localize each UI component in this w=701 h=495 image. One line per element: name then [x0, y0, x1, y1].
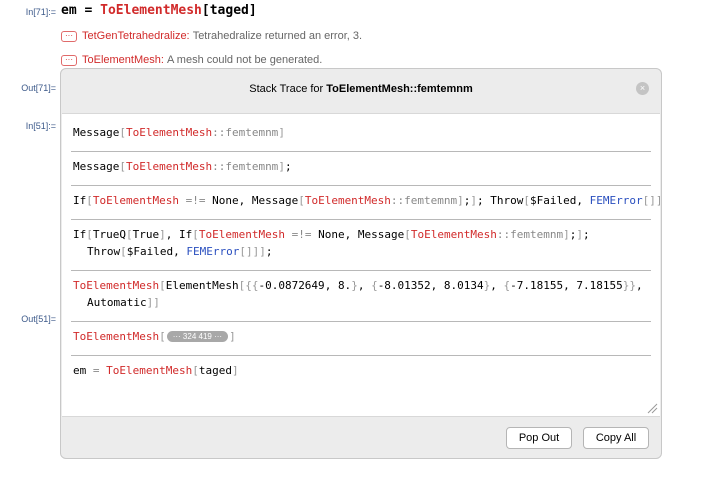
message-menu-icon[interactable]: ··· [61, 54, 77, 66]
trace-symbol: ToElementMesh [73, 279, 160, 292]
trace-symbol: Message [73, 126, 120, 139]
trace-row[interactable]: ToElementMesh[··· 324 419 ···] [73, 329, 653, 345]
trace-row[interactable]: If[TrueQ[True], If[ToElementMesh =!= Non… [73, 227, 653, 243]
trace-symbol: None [212, 194, 239, 207]
trace-tag: femtemnm [225, 160, 279, 173]
input-cell-label-51: In[51]:= [25, 121, 56, 131]
trace-row-continuation: Throw[$Failed, FEMError[]]]; [87, 245, 273, 258]
input-arg: taged [209, 3, 249, 18]
dialog-title-prefix: Stack Trace for [249, 83, 327, 95]
trace-number: -8.01352 [377, 279, 431, 292]
message-name[interactable]: ToElementMesh: [82, 54, 164, 66]
message-menu-icon[interactable]: ··· [61, 30, 77, 42]
message-tetgen: ··· TetGenTetrahedralize: Tetrahedralize… [61, 30, 362, 42]
trace-symbol: taged [198, 364, 232, 377]
trace-number: 8.0134 [443, 279, 484, 292]
trace-separator [71, 355, 651, 356]
pop-out-button[interactable]: Pop Out [506, 427, 572, 449]
stack-trace-panel[interactable]: Message[ToElementMesh::femtemnm] Message… [62, 113, 661, 417]
trace-symbol: Throw [87, 245, 121, 258]
elided-count-badge[interactable]: ··· 324 419 ··· [166, 331, 229, 342]
trace-symbol: ToElementMesh [410, 228, 497, 241]
trace-separator [71, 151, 651, 152]
trace-symbol: True [132, 228, 160, 241]
trace-symbol: Message [73, 160, 120, 173]
trace-number: 8. [337, 279, 352, 292]
trace-symbol: $Failed [126, 245, 174, 258]
trace-symbol: Message [251, 194, 299, 207]
trace-symbol: If [73, 194, 87, 207]
trace-symbol: ToElementMesh [92, 194, 179, 207]
trace-row[interactable]: ToElementMesh[ElementMesh[{{-0.0872649, … [73, 278, 653, 294]
output-cell-label-71: Out[71]= [21, 83, 56, 93]
trace-symbol: Message [357, 228, 405, 241]
message-text: A mesh could not be generated. [167, 54, 323, 66]
trace-symbol: TrueQ [92, 228, 126, 241]
trace-tag: femtemnm [404, 194, 458, 207]
trace-symbol: ToElementMesh [304, 194, 391, 207]
trace-operator: =!= [291, 228, 312, 241]
trace-separator [71, 185, 651, 186]
trace-number: -7.18155 [510, 279, 564, 292]
input-func: ToElementMesh [100, 3, 202, 18]
copy-all-button[interactable]: Copy All [583, 427, 649, 449]
trace-operator: =!= [185, 194, 206, 207]
input-expression[interactable]: em = ToElementMesh[taged] [61, 3, 257, 18]
trace-symbol: $Failed [530, 194, 577, 207]
dialog-title: Stack Trace for ToElementMesh::femtemnm [61, 69, 661, 109]
trace-row[interactable]: em = ToElementMesh[taged] [73, 363, 653, 379]
trace-separator [71, 321, 651, 322]
trace-symbol: None [318, 228, 345, 241]
trace-symbol: Throw [490, 194, 524, 207]
trace-row[interactable]: Message[ToElementMesh::femtemnm]; [73, 159, 653, 175]
trace-tag: femtemnm [225, 126, 279, 139]
trace-symbol: Automatic [87, 296, 147, 309]
input-eq: = [76, 3, 101, 18]
trace-tag: femtemnm [510, 228, 564, 241]
stack-trace-dialog: Stack Trace for ToElementMesh::femtemnm … [60, 68, 662, 459]
resize-grip-icon[interactable] [647, 403, 658, 414]
trace-symbol: FEMError [186, 245, 240, 258]
trace-symbol: ToElementMesh [73, 330, 160, 343]
input-var: em [61, 3, 77, 18]
trace-row-continuation: Automatic]] [87, 296, 160, 309]
trace-symbol: ToElementMesh [125, 126, 213, 139]
trace-row[interactable]: If[ToElementMesh =!= None, Message[ToEle… [73, 193, 661, 209]
trace-number: -0.0872649 [258, 279, 325, 292]
trace-symbol: FEMError [589, 194, 643, 207]
trace-row[interactable]: Message[ToElementMesh::femtemnm] [73, 125, 653, 141]
trace-operator: = [92, 364, 100, 377]
output-cell-label-51: Out[51]= [21, 314, 56, 324]
message-text: Tetrahedralize returned an error, 3. [192, 30, 363, 42]
trace-symbol: If [73, 228, 87, 241]
input-cell-label-71: In[71]:= [25, 7, 56, 17]
trace-separator [71, 219, 651, 220]
trace-symbol: ToElementMesh [125, 160, 213, 173]
dialog-title-message: ToElementMesh::femtemnm [326, 83, 473, 95]
message-name[interactable]: TetGenTetrahedralize: [82, 30, 190, 42]
trace-number: 7.18155 [576, 279, 623, 292]
trace-separator [71, 270, 651, 271]
close-icon[interactable]: × [636, 82, 649, 95]
message-toelementmesh: ··· ToElementMesh: A mesh could not be g… [61, 54, 322, 66]
trace-symbol: If [179, 228, 193, 241]
trace-symbol: em [73, 364, 87, 377]
trace-symbol: ToElementMesh [106, 364, 193, 377]
trace-symbol: ToElementMesh [198, 228, 285, 241]
trace-symbol: ElementMesh [165, 279, 239, 292]
